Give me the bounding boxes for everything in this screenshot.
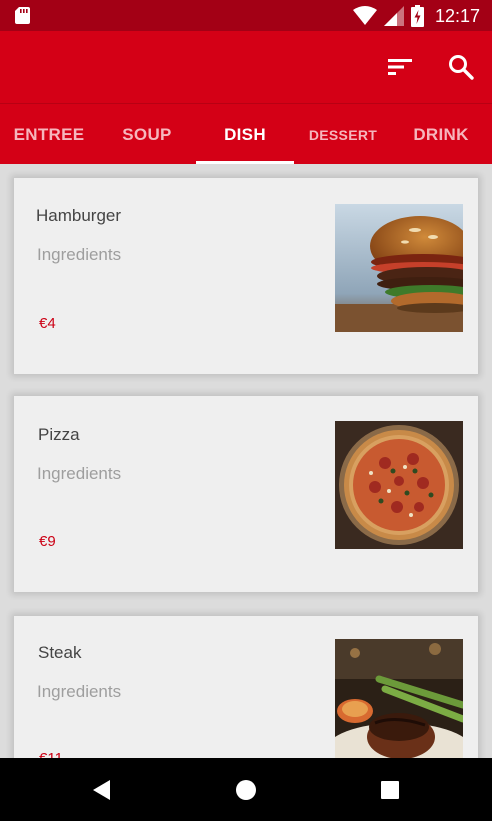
dish-card-steak[interactable]: Steak Ingredients €11 bbox=[14, 616, 478, 758]
dish-card-hamburger[interactable]: Hamburger Ingredients €4 bbox=[14, 178, 478, 374]
pizza-image bbox=[335, 421, 463, 549]
dish-price: €4 bbox=[39, 315, 56, 332]
recents-icon[interactable] bbox=[378, 778, 402, 802]
tab-soup[interactable]: SOUP bbox=[98, 104, 196, 165]
wifi-icon bbox=[352, 6, 377, 25]
dish-name: Pizza bbox=[38, 425, 80, 444]
tab-dessert[interactable]: DESSERT bbox=[294, 104, 392, 165]
sort-icon[interactable] bbox=[386, 53, 414, 81]
dish-card-pizza[interactable]: Pizza Ingredients €9 bbox=[14, 396, 478, 592]
category-tabs: ENTREE SOUP DISH DESSERT DRINK bbox=[0, 103, 492, 165]
hamburger-image bbox=[335, 204, 463, 332]
dish-price: €11 bbox=[39, 750, 63, 758]
back-icon[interactable] bbox=[90, 778, 114, 802]
dish-price: €9 bbox=[39, 533, 56, 550]
tab-dish[interactable]: DISH bbox=[196, 104, 294, 165]
dish-list: Hamburger Ingredients €4 Pizza Ingredien… bbox=[0, 164, 492, 758]
sd-card-icon bbox=[15, 7, 30, 24]
steak-image bbox=[335, 639, 463, 758]
status-time: 12:17 bbox=[434, 5, 480, 26]
tab-drink[interactable]: DRINK bbox=[392, 104, 490, 165]
app-bar bbox=[0, 31, 492, 103]
dish-ingredients: Ingredients bbox=[37, 245, 122, 264]
status-bar: 12:17 bbox=[0, 0, 492, 31]
system-nav-bar bbox=[0, 758, 492, 821]
search-icon[interactable] bbox=[447, 53, 475, 81]
dish-ingredients: Ingredients bbox=[37, 682, 122, 701]
cellular-signal-icon bbox=[383, 6, 404, 26]
home-icon[interactable] bbox=[234, 778, 258, 802]
dish-ingredients: Ingredients bbox=[37, 464, 122, 483]
dish-name: Hamburger bbox=[36, 206, 122, 225]
tab-entree[interactable]: ENTREE bbox=[0, 104, 98, 165]
battery-charging-icon bbox=[410, 5, 424, 27]
dish-name: Steak bbox=[38, 643, 82, 662]
